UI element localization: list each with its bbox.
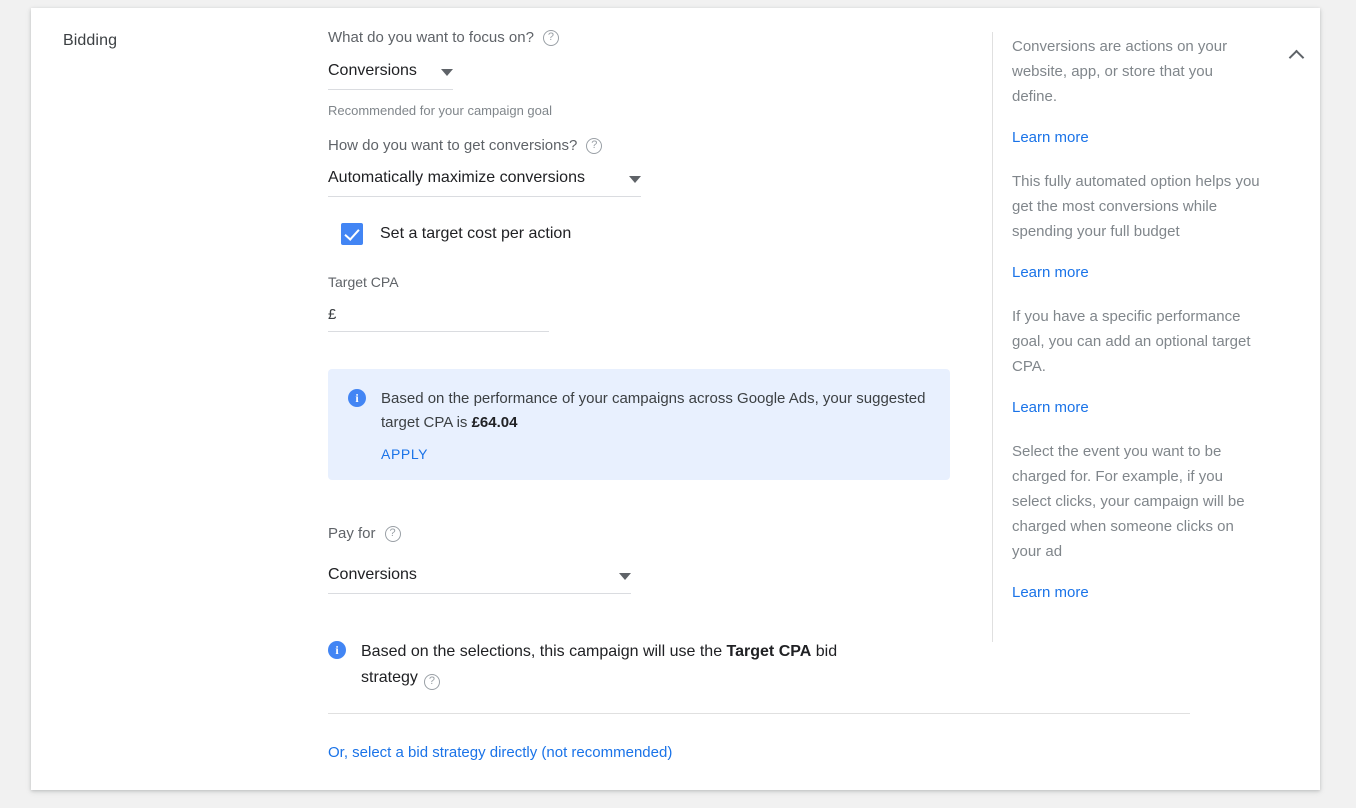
target-cpa-input[interactable]: £ — [328, 306, 549, 332]
learn-more-link[interactable]: Learn more — [1012, 129, 1089, 146]
focus-helper-text: Recommended for your campaign goal — [328, 103, 553, 118]
focus-select[interactable]: Conversions — [328, 60, 453, 90]
suggested-cpa-amount: £64.04 — [471, 414, 518, 431]
summary-strategy-name: Target CPA — [726, 643, 812, 660]
bidding-settings-card: Bidding What do you want to focus on? ? … — [31, 8, 1320, 790]
strategy-field-label: How do you want to get conversions? ? — [328, 136, 960, 156]
learn-more-link[interactable]: Learn more — [1012, 264, 1089, 281]
chevron-up-icon[interactable] — [1286, 43, 1310, 67]
info-circle-icon: i — [328, 641, 346, 659]
target-cpa-checkbox-label[interactable]: Set a target cost per action — [380, 225, 571, 243]
help-circle-icon[interactable]: ? — [586, 138, 603, 154]
target-cpa-checkbox[interactable] — [341, 223, 363, 245]
help-paragraph: Conversions are actions on your website,… — [1012, 38, 1228, 105]
focus-select-value: Conversions — [328, 62, 417, 79]
learn-more-link[interactable]: Learn more — [1012, 399, 1089, 416]
select-bid-strategy-link[interactable]: Or, select a bid strategy directly (not … — [328, 744, 672, 761]
help-paragraph: Select the event you want to be charged … — [1012, 443, 1245, 560]
panel-divider — [992, 32, 993, 642]
pay-for-select-value: Conversions — [328, 566, 417, 583]
section-divider — [328, 713, 1190, 714]
bidding-main-column: What do you want to focus on? ? Conversi… — [328, 28, 1190, 762]
chevron-down-icon — [619, 573, 631, 580]
page-root: Bidding What do you want to focus on? ? … — [0, 0, 1356, 808]
pay-for-field-label: Pay for ? — [328, 524, 960, 544]
target-cpa-checkbox-row[interactable]: Set a target cost per action — [341, 223, 960, 245]
help-circle-icon[interactable]: ? — [384, 526, 401, 542]
bid-strategy-summary: i Based on the selections, this campaign… — [328, 639, 960, 691]
strategy-select-value: Automatically maximize conversions — [328, 169, 585, 186]
help-circle-icon[interactable]: ? — [423, 674, 440, 690]
info-circle-icon: i — [348, 389, 366, 407]
page-title: Bidding — [63, 32, 118, 49]
help-paragraph: If you have a specific performance goal,… — [1012, 308, 1251, 375]
pay-for-select[interactable]: Conversions — [328, 564, 631, 594]
help-circle-icon[interactable]: ? — [542, 30, 559, 46]
banner-message-text: Based on the performance of your campaig… — [381, 390, 926, 431]
focus-field-label: What do you want to focus on? ? — [328, 28, 960, 48]
suggested-cpa-banner: i Based on the performance of your campa… — [328, 369, 950, 480]
summary-text-before: Based on the selections, this campaign w… — [361, 643, 727, 660]
target-cpa-input-label: Target CPA — [328, 274, 399, 290]
strategy-select[interactable]: Automatically maximize conversions — [328, 167, 641, 197]
chevron-down-icon — [629, 176, 641, 183]
bid-strategy-summary-text: Based on the selections, this campaign w… — [361, 639, 891, 691]
focus-label-text: What do you want to focus on? — [328, 29, 534, 46]
banner-message: Based on the performance of your campaig… — [381, 387, 930, 435]
apply-suggestion-button[interactable]: APPLY — [381, 446, 428, 462]
strategy-label-text: How do you want to get conversions? — [328, 137, 578, 154]
help-paragraph: This fully automated option helps you ge… — [1012, 173, 1260, 240]
currency-prefix: £ — [328, 306, 337, 323]
pay-for-label-text: Pay for — [328, 525, 376, 542]
banner-body: Based on the performance of your campaig… — [381, 387, 930, 464]
chevron-down-icon — [441, 69, 453, 76]
learn-more-link[interactable]: Learn more — [1012, 584, 1089, 601]
help-panel: Conversions are actions on your website,… — [1012, 34, 1312, 602]
